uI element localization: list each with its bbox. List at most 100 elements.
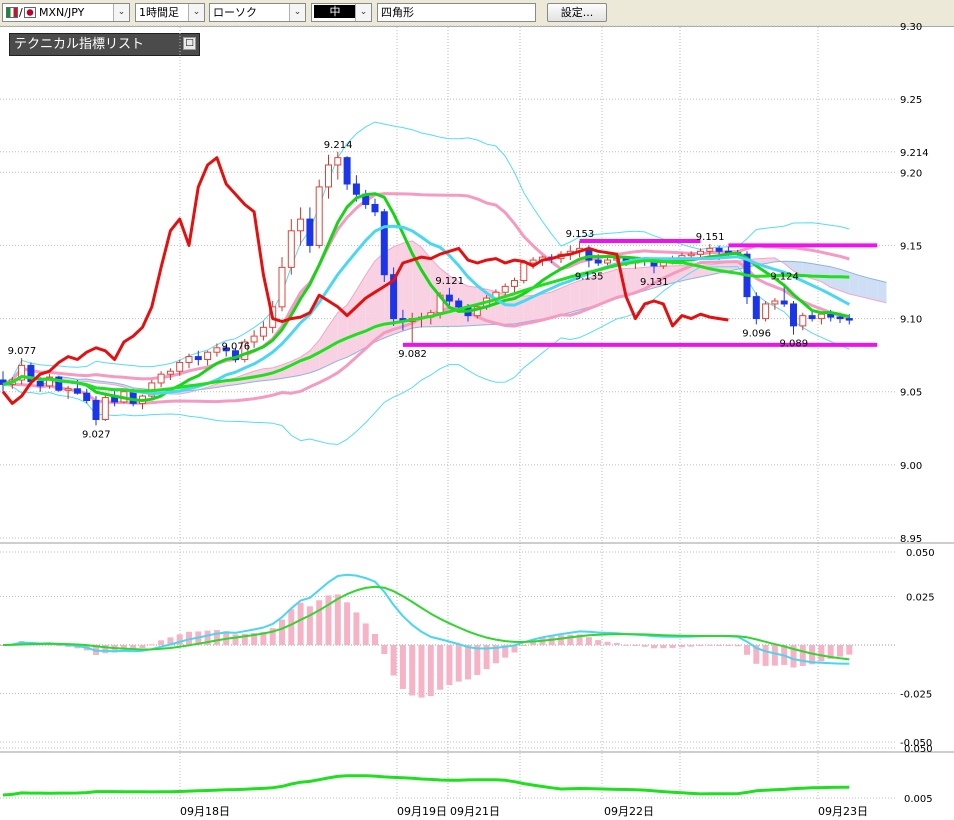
macd-histogram-bar [725, 645, 732, 646]
candle [762, 303, 770, 320]
macd-histogram-bar [381, 645, 388, 655]
candle [297, 218, 305, 232]
candle [808, 315, 816, 320]
macd-histogram-bar [158, 640, 165, 645]
macd-histogram-bar [660, 645, 667, 649]
macd-histogram-bar [288, 609, 295, 645]
macd-histogram-bar [148, 644, 155, 646]
candle [306, 218, 314, 246]
x-tick-label: 09月18日 [180, 805, 230, 818]
cloud-segment [365, 260, 375, 348]
candle [315, 186, 323, 246]
macd-histogram-bar [399, 645, 406, 689]
macd-histogram-bar [520, 645, 527, 646]
macd-histogram-bar [139, 645, 146, 649]
candle [371, 203, 379, 213]
macd-histogram-bar [409, 645, 416, 696]
macd-histogram-bar [771, 645, 778, 666]
cloud-segment [570, 280, 580, 313]
candle [799, 315, 807, 327]
macd-histogram-bar [344, 602, 351, 645]
candle [352, 183, 360, 195]
candle [157, 373, 165, 384]
candle [92, 399, 100, 421]
macd-histogram-bar [734, 645, 741, 647]
macd-histogram-bar [744, 645, 750, 655]
cloud-segment [858, 275, 868, 299]
time-axis: 09月18日 09月19日 09月21日 09月22日 09月23日 [180, 805, 868, 818]
price-label: 9.124 [770, 271, 799, 282]
candle [845, 318, 853, 321]
price-label: 9.076 [222, 342, 251, 353]
macd-histogram-bar [558, 635, 564, 645]
y-tick-label: 9.10 [900, 315, 922, 326]
macd-histogram-bar [706, 644, 713, 646]
price-label: 9.135 [575, 271, 604, 282]
candle [73, 388, 81, 394]
macd-histogram-bar [353, 612, 360, 645]
candle [594, 259, 602, 264]
candle [752, 296, 760, 320]
macd-histogram-bar [641, 645, 648, 647]
candle [817, 313, 825, 320]
candle [529, 259, 537, 264]
candle [501, 285, 509, 293]
cloud-segment [551, 287, 561, 318]
signal-line [2, 585, 850, 661]
cloud-segment [402, 240, 413, 332]
cloud-segment [867, 277, 878, 301]
cloud-segment [840, 269, 850, 294]
y-tick-label: 0.050 [906, 548, 935, 559]
macd-histogram-bar [678, 645, 685, 648]
macd-histogram-bar [762, 645, 769, 666]
third-panel-line [2, 774, 850, 797]
candle [455, 300, 463, 308]
candle [343, 157, 351, 185]
macd-histogram-bar [232, 634, 239, 645]
macd-histogram-bar [651, 645, 657, 649]
x-tick-label: 09月21日 [450, 805, 500, 818]
candle [250, 335, 258, 343]
price-axis: 9.30 9.25 9.214 9.20 9.15 9.10 9.05 9.00 8.95 [900, 22, 929, 545]
macd-line [2, 573, 850, 665]
candle [278, 266, 286, 308]
macd-histogram-bar [390, 645, 397, 676]
macd-histogram-bar [595, 640, 602, 645]
macd-histogram-bar [697, 645, 704, 646]
candle [334, 157, 342, 166]
macd-histogram-bar [213, 630, 220, 645]
candle [687, 253, 695, 257]
price-label: 9.077 [8, 346, 37, 357]
macd-histogram-bar [427, 645, 434, 697]
price-label: 9.151 [696, 232, 725, 243]
macd-histogram-bar [688, 645, 695, 647]
candle [166, 370, 174, 375]
macd-histogram-bar [818, 645, 825, 662]
macd-histogram-bar [623, 644, 630, 646]
cloud-segment [877, 280, 887, 303]
candle [520, 262, 528, 282]
y-tick-label: 0.050 [904, 744, 933, 755]
chart-area[interactable]: 9.077 9.027 9.076 9.214 9.082 9.121 9.153 9.135… [0, 0, 954, 820]
candle [204, 351, 212, 361]
candle [604, 259, 611, 264]
y-tick-label: 9.15 [900, 241, 922, 252]
y-tick-label: 9.25 [900, 95, 922, 106]
candle [259, 326, 267, 337]
macd-histogram-bar [446, 645, 453, 686]
macd-histogram-bar [799, 645, 806, 666]
macd-histogram-bar [316, 600, 323, 645]
macd-histogram-bar [716, 644, 723, 646]
candle [790, 303, 797, 327]
y-tick-label: 9.00 [900, 461, 922, 472]
candle [176, 361, 184, 372]
macd-histogram-bar [632, 645, 639, 646]
cloud-segment [356, 274, 366, 353]
macd-histogram-bar [306, 606, 313, 645]
x-tick-label: 09月22日 [604, 805, 654, 818]
macd-histogram-bar [474, 645, 481, 675]
cloud-segment [849, 272, 859, 297]
macd-histogram-bar [334, 594, 341, 645]
candle [129, 391, 137, 404]
macd-histogram-bar [465, 645, 471, 680]
